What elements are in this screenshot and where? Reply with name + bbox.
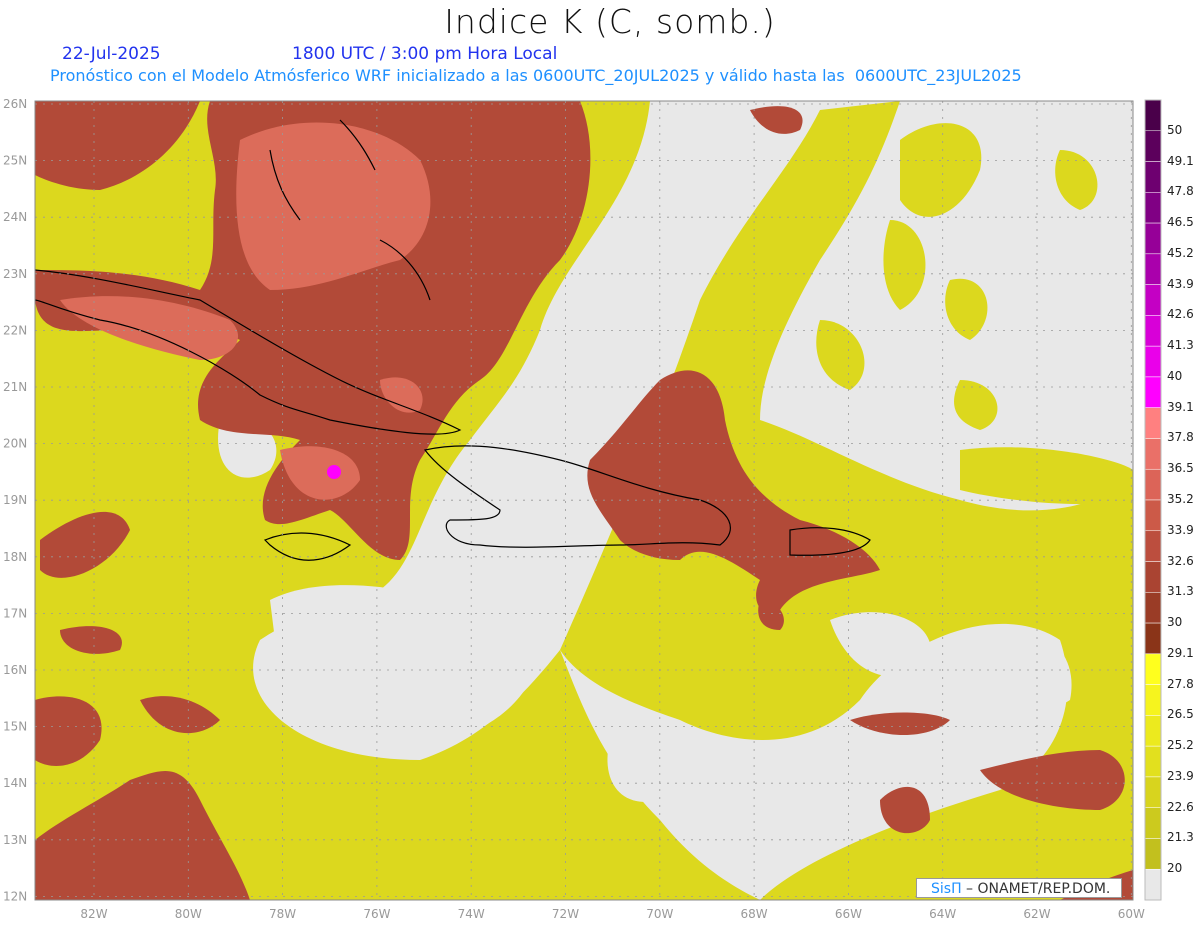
colorbar-swatch	[1144, 99, 1162, 132]
colorbar-swatch	[1144, 868, 1162, 901]
colorbar-swatch	[1144, 592, 1162, 624]
colorbar-swatch	[1144, 715, 1162, 747]
colorbar-label: 45.2	[1167, 245, 1194, 260]
colorbar-label: 37.8	[1167, 430, 1194, 445]
lon-label: 62W	[1023, 907, 1050, 921]
colorbar-label: 40	[1167, 368, 1183, 383]
forecast-date: 22-Jul-2025	[62, 44, 161, 64]
lat-label: 19N	[3, 493, 27, 507]
colorbar-swatch	[1144, 161, 1162, 193]
colorbar-label: 32.6	[1167, 553, 1194, 568]
lon-label: 78W	[269, 907, 296, 921]
colorbar-swatch	[1144, 622, 1162, 655]
lon-label: 60W	[1118, 907, 1145, 921]
colorbar-label: 41.3	[1167, 338, 1194, 353]
lon-label: 64W	[929, 907, 956, 921]
colorbar-label: 21.3	[1167, 830, 1194, 845]
colorbar-swatch	[1144, 776, 1162, 808]
lat-label: 17N	[3, 606, 27, 620]
lat-label: 20N	[3, 437, 27, 451]
map-title: Indice K (C, somb.)	[444, 2, 776, 41]
lon-label: 70W	[646, 907, 673, 921]
colorbar-label: 31.3	[1167, 584, 1194, 599]
lon-label: 74W	[458, 907, 485, 921]
colorbar-label: 50	[1167, 122, 1183, 137]
peak-value-spot	[327, 465, 341, 479]
colorbar-label: 43.9	[1167, 276, 1194, 291]
colorbar-swatch	[1144, 222, 1162, 255]
forecast-time: 1800 UTC / 3:00 pm Hora Local	[292, 44, 558, 64]
lat-label: 16N	[3, 663, 27, 677]
colorbar-label: 30	[1167, 615, 1183, 630]
colorbar-swatch	[1144, 653, 1162, 685]
colorbar-swatch	[1144, 838, 1162, 870]
lon-label: 80W	[175, 907, 202, 921]
colorbar-swatch	[1144, 807, 1162, 839]
lat-label: 25N	[3, 154, 27, 168]
colorbar-label: 35.2	[1167, 492, 1194, 506]
lat-label: 18N	[3, 550, 27, 564]
colorbar-swatch	[1144, 530, 1162, 562]
colorbar-swatch	[1144, 407, 1162, 439]
lat-label: 15N	[3, 720, 27, 734]
lon-label: 68W	[741, 907, 768, 921]
colorbar-label: 46.5	[1167, 215, 1194, 230]
colorbar-label: 39.1	[1167, 399, 1194, 414]
colorbar-swatch	[1144, 345, 1162, 378]
lat-label: 26N	[3, 97, 27, 111]
k-index-map: 82W 80W 78W 76W 74W 72W 70W 68W 66W 64W 62W 60W 26N 2…	[3, 97, 1162, 921]
colorbar-swatch	[1144, 745, 1162, 778]
lat-label: 13N	[3, 833, 27, 847]
lat-label: 22N	[3, 323, 27, 337]
colorbar-label: 47.8	[1167, 184, 1194, 199]
colorbar-label: 33.9	[1167, 522, 1194, 537]
colorbar-label: 36.5	[1167, 461, 1194, 476]
lon-label: 66W	[835, 907, 862, 921]
colorbar-swatch	[1144, 438, 1162, 470]
colorbar-swatch	[1144, 499, 1162, 532]
colorbar-label: 42.6	[1167, 307, 1194, 322]
colorbar-swatch	[1144, 130, 1162, 162]
lat-label: 23N	[3, 267, 27, 281]
colorbar-label: 23.9	[1167, 768, 1194, 783]
colorbar-swatch	[1144, 192, 1162, 224]
forecast-description: Pronóstico con el Modelo Atmósferico WRF…	[50, 66, 1022, 85]
colorbar	[1144, 99, 1162, 901]
colorbar-swatch	[1144, 253, 1162, 285]
colorbar-label: 22.6	[1167, 799, 1194, 814]
lon-label: 82W	[80, 907, 107, 921]
colorbar-swatch	[1144, 561, 1162, 593]
lon-label: 72W	[552, 907, 579, 921]
colorbar-label: 49.1	[1167, 153, 1194, 168]
colorbar-label: 29.1	[1167, 645, 1194, 660]
colorbar-swatch	[1144, 315, 1162, 347]
colorbar-swatch	[1144, 284, 1162, 316]
colorbar-label: 27.8	[1167, 676, 1194, 691]
lat-label: 12N	[3, 889, 27, 903]
colorbar-swatch	[1144, 376, 1162, 408]
sispi-logo: SisΠ	[931, 881, 962, 897]
lat-label: 14N	[3, 776, 27, 790]
lat-label: 21N	[3, 380, 27, 394]
lat-label: 24N	[3, 210, 27, 224]
colorbar-label: 25.2	[1167, 738, 1194, 753]
colorbar-swatch	[1144, 684, 1162, 716]
colorbar-label: 26.5	[1167, 707, 1194, 722]
colorbar-swatch	[1144, 468, 1162, 501]
credit-text: – ONAMET/REP.DOM.	[961, 881, 1111, 897]
credit-box: SisΠ – ONAMET/REP.DOM.	[916, 878, 1122, 898]
lon-label: 76W	[363, 907, 390, 921]
colorbar-label: 20	[1167, 861, 1183, 876]
